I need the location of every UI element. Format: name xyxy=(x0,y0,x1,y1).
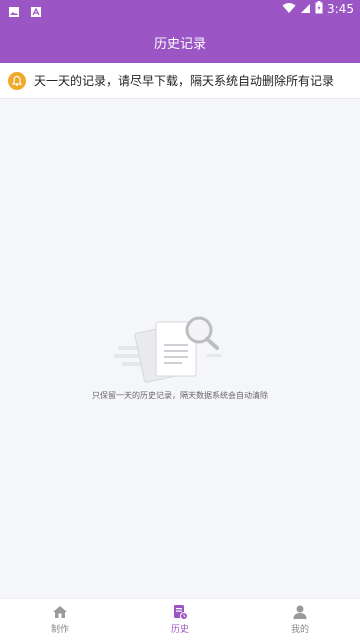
tab-make[interactable]: 制作 xyxy=(0,599,120,640)
app-header: 3:45 历史记录 xyxy=(0,0,360,63)
tab-label: 制作 xyxy=(50,625,69,635)
tab-label: 我的 xyxy=(290,625,309,635)
empty-state-text: 只保留一天的历史记录，隔天数据系统会自动清除 xyxy=(92,391,268,400)
history-icon xyxy=(174,605,188,620)
status-bar: 3:45 xyxy=(0,0,360,18)
wifi-icon xyxy=(282,2,296,17)
home-icon xyxy=(53,606,67,618)
status-time: 3:45 xyxy=(327,2,354,16)
bottom-tab-bar: 制作 历史 我的 xyxy=(0,598,360,640)
tab-label: 历史 xyxy=(170,625,189,635)
battery-icon xyxy=(315,1,323,17)
notice-text: 天一天的记录，请尽早下载，隔天系统自动删除所有记录 xyxy=(34,74,335,88)
tab-history[interactable]: 历史 xyxy=(120,599,240,640)
user-icon xyxy=(293,605,307,619)
status-system: 3:45 xyxy=(282,1,354,17)
image-notification-icon xyxy=(8,3,20,22)
app-notification-icon xyxy=(30,3,42,22)
tab-mine[interactable]: 我的 xyxy=(240,599,360,640)
bell-icon xyxy=(8,71,26,90)
empty-document-search-icon xyxy=(110,308,230,398)
status-notifications xyxy=(8,3,42,22)
notice-banner: 天一天的记录，请尽早下载，隔天系统自动删除所有记录 xyxy=(0,63,360,99)
page-title: 历史记录 xyxy=(153,37,206,52)
signal-icon xyxy=(300,2,311,17)
